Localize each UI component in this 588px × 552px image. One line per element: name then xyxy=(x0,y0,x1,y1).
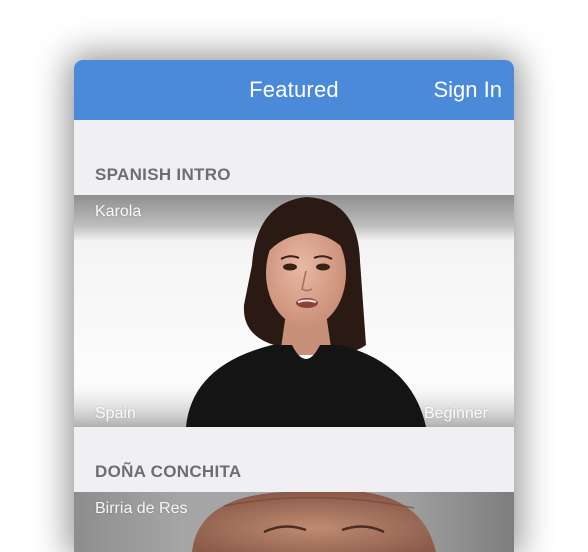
app-window: Featured Sign In SPANISH INTRO Karola Sp… xyxy=(74,60,514,552)
video-thumbnail xyxy=(74,195,514,427)
card-location: Spain xyxy=(95,405,136,422)
screen: Featured Sign In SPANISH INTRO Karola Sp… xyxy=(0,0,588,552)
card-title: Birria de Res xyxy=(95,500,188,517)
video-card-karola[interactable]: Karola Spain Beginner xyxy=(74,195,514,427)
sign-in-button[interactable]: Sign In xyxy=(434,77,503,103)
card-title: Karola xyxy=(95,203,142,220)
section-header-spanish-intro: SPANISH INTRO xyxy=(95,165,231,184)
navigation-bar: Featured Sign In xyxy=(74,60,514,120)
card-level: Beginner xyxy=(423,405,488,422)
video-card-birria-de-res[interactable]: Birria de Res xyxy=(74,492,514,552)
section-header-dona-conchita: DOÑA CONCHITA xyxy=(95,462,242,481)
